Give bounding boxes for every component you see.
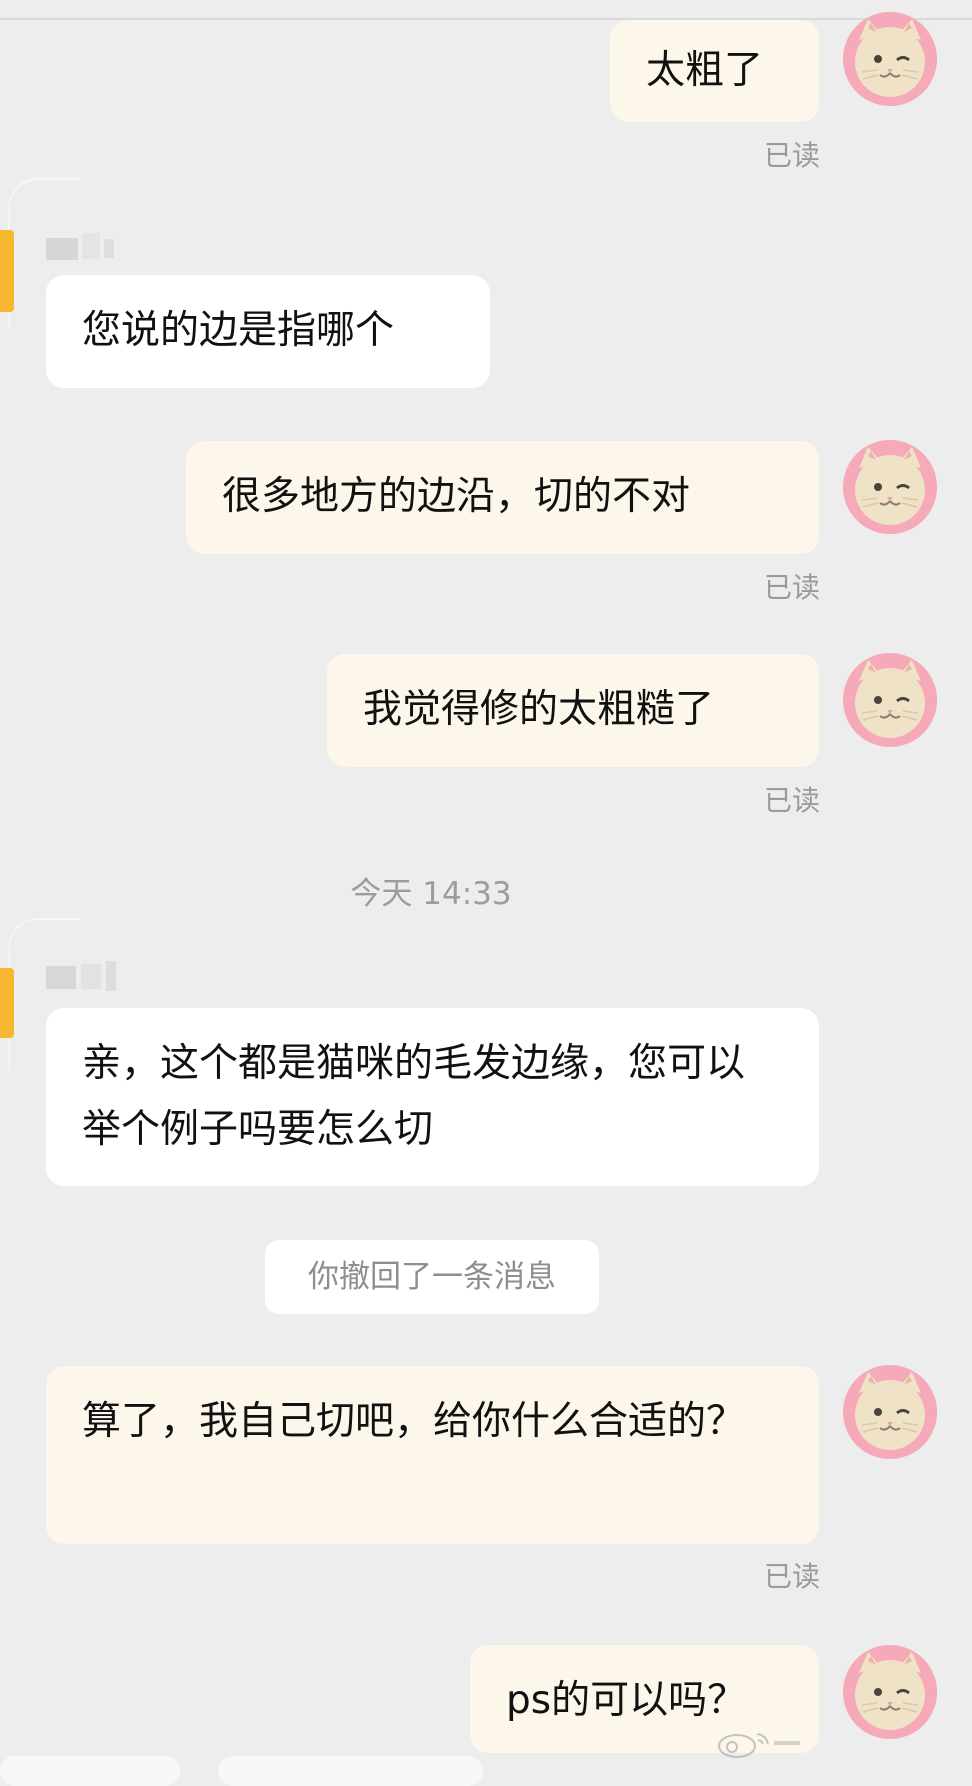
watermark-icon (712, 1724, 802, 1762)
cat-avatar-icon (843, 440, 937, 534)
incoming-message-bubble[interactable]: 您说的边是指哪个 (46, 275, 490, 388)
cat-avatar-icon (843, 1365, 937, 1459)
read-status: 已读 (763, 139, 820, 172)
outgoing-message-bubble[interactable]: 算了，我自己切吧，给你什么合适的？ (46, 1366, 819, 1544)
read-status: 已读 (763, 784, 820, 817)
message-text: 您说的边是指哪个 (82, 308, 395, 353)
message-text: 我觉得修的太粗糙了 (363, 687, 715, 732)
cat-avatar-icon (843, 1645, 937, 1739)
recalled-message-notice: 你撤回了一条消息 (265, 1240, 599, 1314)
partner-accent-edge (0, 968, 14, 1038)
input-area-edge[interactable] (218, 1756, 483, 1786)
sender-name-redacted (46, 960, 118, 996)
read-status: 已读 (763, 571, 820, 604)
message-timestamp: 今天 14:33 (350, 876, 512, 912)
outgoing-message-bubble[interactable]: 我觉得修的太粗糙了 (327, 654, 819, 767)
read-status: 已读 (763, 1560, 820, 1593)
user-avatar[interactable] (843, 440, 937, 534)
top-divider (0, 18, 972, 20)
incoming-message-bubble[interactable]: 亲，这个都是猫咪的毛发边缘，您可以举个例子吗要怎么切 (46, 1008, 819, 1186)
message-text: 太粗了 (646, 48, 764, 93)
outgoing-message-bubble[interactable]: 太粗了 (610, 20, 819, 122)
user-avatar[interactable] (843, 12, 937, 106)
message-text: 亲，这个都是猫咪的毛发边缘，您可以举个例子吗要怎么切 (82, 1041, 746, 1152)
user-avatar[interactable] (843, 1365, 937, 1459)
user-avatar[interactable] (843, 1645, 937, 1739)
message-text: 很多地方的边沿，切的不对 (222, 474, 691, 519)
message-text: 算了，我自己切吧，给你什么合适的？ (82, 1399, 746, 1444)
partner-accent-edge (0, 230, 14, 312)
cat-avatar-icon (843, 12, 937, 106)
sender-name-redacted (46, 230, 118, 266)
user-avatar[interactable] (843, 653, 937, 747)
cat-avatar-icon (843, 653, 937, 747)
chat-screen: 太粗了 已读 您说的边是指哪个 很多地方的边沿，切的不对 已读 我觉得修的太粗糙… (0, 0, 972, 1786)
outgoing-message-bubble[interactable]: 很多地方的边沿，切的不对 (186, 441, 819, 554)
input-area-edge[interactable] (0, 1756, 180, 1786)
message-text: ps的可以吗？ (506, 1678, 747, 1723)
